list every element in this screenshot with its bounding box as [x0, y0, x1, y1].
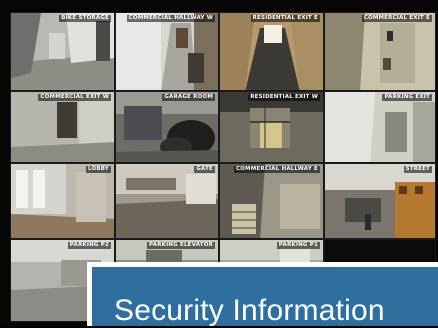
camera-label: RESIDENTIAL EXIT E — [250, 15, 320, 22]
banner-title: Security Information — [114, 294, 385, 327]
camera-label: STREET — [403, 166, 432, 173]
camera-image — [325, 164, 435, 238]
camera-label: COMMERCIAL HALLWAY W — [126, 15, 215, 22]
camera-feed-commercial-hallway-w[interactable]: COMMERCIAL HALLWAY W — [115, 12, 219, 91]
camera-label: PARKING P1 — [276, 242, 320, 249]
camera-label: COMMERCIAL EXIT E — [361, 15, 432, 22]
camera-feed-garage-room[interactable]: GARAGE ROOM — [115, 91, 219, 163]
camera-image — [11, 13, 114, 90]
camera-label: LOBBY — [85, 166, 111, 173]
camera-label: PARKING ELEVATOR — [147, 242, 215, 249]
camera-label: PARKING P2 — [67, 242, 111, 249]
camera-label: GATE — [194, 166, 215, 173]
banner-panel: Security Information — [92, 267, 438, 327]
camera-label: COMMERCIAL EXIT W — [38, 94, 111, 101]
camera-label: GARAGE ROOM — [162, 94, 215, 101]
camera-feed-residential-exit-w[interactable]: RESIDENTIAL EXIT W — [219, 91, 324, 163]
camera-image — [11, 164, 114, 238]
camera-feed-commercial-exit-w[interactable]: COMMERCIAL EXIT W — [10, 91, 115, 163]
camera-image — [11, 92, 114, 162]
camera-feed-lobby[interactable]: LOBBY — [10, 163, 115, 239]
camera-image — [220, 164, 323, 238]
camera-label: BIKE STORAGE — [59, 15, 111, 22]
camera-feed-parking-exit[interactable]: PARKING EXIT — [324, 91, 436, 163]
camera-image — [116, 164, 218, 238]
camera-image — [220, 13, 323, 90]
security-info-banner: Security Information — [87, 262, 438, 327]
camera-feed-bike-storage[interactable]: BIKE STORAGE — [10, 12, 115, 91]
camera-feed-commercial-exit-e[interactable]: COMMERCIAL EXIT E — [324, 12, 436, 91]
camera-image — [325, 92, 435, 162]
camera-label: COMMERCIAL HALLWAY E — [233, 166, 320, 173]
camera-image — [220, 92, 323, 162]
camera-feed-gate[interactable]: GATE — [115, 163, 219, 239]
camera-image — [116, 13, 218, 90]
cctv-monitor-wall: BIKE STORAGE COMMERCIAL HALLWAY W RESIDE… — [0, 0, 438, 327]
camera-feed-street[interactable]: STREET — [324, 163, 436, 239]
camera-label: PARKING EXIT — [382, 94, 432, 101]
camera-label: RESIDENTIAL EXIT W — [248, 94, 320, 101]
camera-feed-commercial-hallway-e[interactable]: COMMERCIAL HALLWAY E — [219, 163, 324, 239]
camera-feed-residential-exit-e[interactable]: RESIDENTIAL EXIT E — [219, 12, 324, 91]
camera-image — [116, 92, 218, 162]
camera-image — [325, 13, 435, 90]
